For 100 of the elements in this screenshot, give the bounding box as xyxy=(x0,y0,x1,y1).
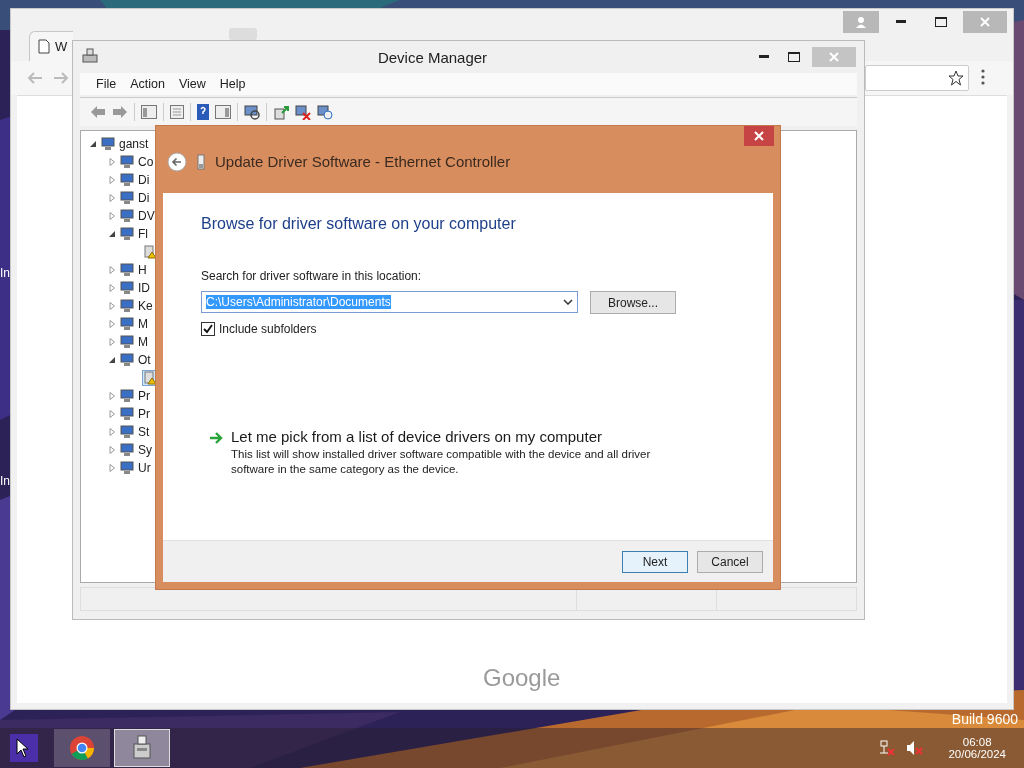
device-icon xyxy=(119,155,135,169)
scan-hardware-icon[interactable] xyxy=(244,104,260,120)
back-icon[interactable] xyxy=(90,105,106,119)
collapsed-arrow-icon[interactable] xyxy=(108,392,116,400)
desktop-icon-label[interactable]: In xyxy=(0,266,10,280)
tree-item[interactable]: Di xyxy=(138,191,150,205)
collapsed-arrow-icon[interactable] xyxy=(108,158,116,166)
back-icon[interactable] xyxy=(167,151,187,172)
device-icon xyxy=(119,389,135,403)
page-icon xyxy=(38,39,50,54)
checkbox-label[interactable]: Include subfolders xyxy=(219,322,317,336)
tree-item[interactable]: Ke xyxy=(138,299,153,313)
dialog-title: Update Driver Software - Ethernet Controller xyxy=(215,153,511,170)
device-icon xyxy=(100,137,116,151)
google-logo: Google xyxy=(483,664,561,692)
device-icon xyxy=(119,299,135,313)
tree-item[interactable]: Ur xyxy=(138,461,151,475)
tree-item[interactable]: Pr xyxy=(138,389,150,403)
location-label: Search for driver software in this location: xyxy=(201,269,423,283)
arrow-icon[interactable] xyxy=(209,431,223,445)
browser-tab[interactable]: W xyxy=(29,31,73,61)
tree-item[interactable]: H xyxy=(138,263,147,277)
collapsed-arrow-icon[interactable] xyxy=(108,428,116,436)
close-button[interactable] xyxy=(744,126,774,146)
tree-item[interactable]: Ot xyxy=(138,353,151,367)
device-icon xyxy=(119,443,135,457)
tree-item[interactable]: DV xyxy=(138,209,155,223)
network-error-icon[interactable] xyxy=(878,739,897,757)
star-icon[interactable] xyxy=(948,70,964,86)
tree-item[interactable]: M xyxy=(138,317,148,331)
menu-item[interactable]: Help xyxy=(219,77,246,91)
pick-driver-link[interactable]: Let me pick from a list of device drivers on my computer xyxy=(231,428,681,445)
collapsed-arrow-icon[interactable] xyxy=(108,464,116,472)
device-icon xyxy=(119,335,135,349)
collapsed-arrow-icon[interactable] xyxy=(108,212,116,220)
volume-muted-icon[interactable] xyxy=(906,739,925,757)
start-button[interactable] xyxy=(10,734,38,762)
collapsed-arrow-icon[interactable] xyxy=(108,302,116,310)
device-icon xyxy=(119,407,135,421)
update-driver-icon[interactable] xyxy=(273,104,289,120)
desktop-icon-label[interactable]: In xyxy=(0,474,10,488)
minimize-icon xyxy=(896,20,906,24)
collapsed-arrow-icon[interactable] xyxy=(108,410,116,418)
device-icon xyxy=(119,191,135,205)
collapsed-arrow-icon[interactable] xyxy=(108,320,116,328)
menu-icon[interactable] xyxy=(981,69,985,85)
dialog-heading: Browse for driver software on your computer xyxy=(201,215,517,233)
device-icon xyxy=(119,281,135,295)
warning-device-icon[interactable] xyxy=(143,245,157,259)
tree-item[interactable]: ganst xyxy=(119,137,149,151)
action-pane-icon[interactable] xyxy=(215,105,231,119)
collapsed-arrow-icon[interactable] xyxy=(108,446,116,454)
enable-device-icon[interactable] xyxy=(317,104,333,120)
browse-button[interactable]: Browse... xyxy=(590,291,676,314)
tree-item[interactable]: Fl xyxy=(138,227,148,241)
device-icon xyxy=(119,317,135,331)
close-icon xyxy=(980,17,990,27)
menu-item[interactable]: File xyxy=(96,77,117,91)
clock-date[interactable]: 20/06/2024 xyxy=(948,748,1006,760)
collapsed-arrow-icon[interactable] xyxy=(108,194,116,202)
expanded-arrow-icon[interactable] xyxy=(108,356,116,364)
collapsed-arrow-icon[interactable] xyxy=(108,176,116,184)
uninstall-device-icon[interactable] xyxy=(295,104,311,120)
tree-item[interactable]: Sy xyxy=(138,443,152,457)
help-icon[interactable] xyxy=(197,104,209,120)
cursor-icon xyxy=(16,738,30,758)
taskbar-app-button[interactable] xyxy=(114,729,170,767)
minimize-icon xyxy=(759,55,769,59)
maximize-icon xyxy=(788,52,800,62)
device-icon xyxy=(119,173,135,187)
tree-item[interactable]: Di xyxy=(138,173,150,187)
include-subfolders-checkbox[interactable] xyxy=(201,322,215,336)
clock-time[interactable]: 06:08 xyxy=(962,736,992,748)
forward-icon[interactable] xyxy=(53,71,69,85)
properties-icon[interactable] xyxy=(170,105,184,119)
collapsed-arrow-icon[interactable] xyxy=(108,284,116,292)
menu-item[interactable]: View xyxy=(178,77,206,91)
build-label: Build 9600 xyxy=(951,711,1018,727)
dialog-button[interactable]: Cancel xyxy=(697,550,763,573)
back-icon[interactable] xyxy=(27,71,43,85)
tree-item[interactable]: St xyxy=(138,425,150,439)
collapsed-arrow-icon[interactable] xyxy=(108,338,116,346)
browser-logo-icon xyxy=(69,735,95,761)
tree-item[interactable]: ID xyxy=(138,281,150,295)
tree-item[interactable]: Pr xyxy=(138,407,150,421)
forward-icon[interactable] xyxy=(112,105,128,119)
tree-item[interactable]: Co xyxy=(138,155,154,169)
computer-icon xyxy=(81,47,99,65)
person-icon xyxy=(855,16,867,28)
console-tree-icon[interactable] xyxy=(141,105,157,119)
expanded-arrow-icon[interactable] xyxy=(89,140,97,148)
expanded-arrow-icon[interactable] xyxy=(108,230,116,238)
tree-item[interactable]: M xyxy=(138,335,148,349)
maximize-icon xyxy=(935,17,947,27)
dialog-button[interactable]: Next xyxy=(622,550,688,573)
device-manager-icon xyxy=(130,734,154,762)
taskbar-app-button[interactable] xyxy=(54,729,110,767)
collapsed-arrow-icon[interactable] xyxy=(108,266,116,274)
menu-item[interactable]: Action xyxy=(130,77,165,91)
window-title: Device Manager xyxy=(376,48,489,66)
